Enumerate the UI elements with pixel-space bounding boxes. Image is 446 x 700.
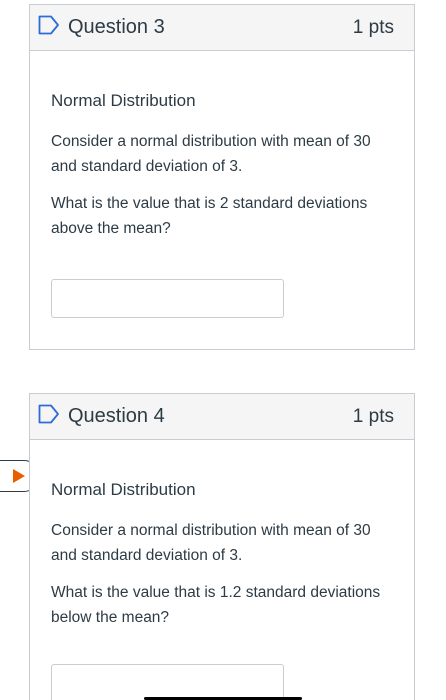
question-title: Question 4 bbox=[68, 405, 353, 428]
question-3-card: Question 3 1 pts Normal Distribution Con… bbox=[29, 4, 415, 350]
question-3-body: Normal Distribution Consider a normal di… bbox=[30, 51, 414, 318]
question-4-card: Question 4 1 pts Normal Distribution Con… bbox=[29, 393, 415, 700]
question-4-header: Question 4 1 pts bbox=[30, 394, 414, 440]
question-heading: Normal Distribution bbox=[51, 480, 394, 500]
play-icon bbox=[13, 469, 25, 483]
answer-input[interactable] bbox=[51, 664, 284, 700]
question-points: 1 pts bbox=[353, 17, 394, 39]
question-title: Question 3 bbox=[68, 16, 353, 39]
flag-question-icon[interactable] bbox=[38, 15, 60, 35]
quiz-page: Question 3 1 pts Normal Distribution Con… bbox=[0, 0, 446, 700]
question-prompt: What is the value that is 2 standard dev… bbox=[51, 191, 394, 241]
question-text: Consider a normal distribution with mean… bbox=[51, 518, 394, 568]
flag-question-icon[interactable] bbox=[38, 404, 60, 424]
question-prompt: What is the value that is 1.2 standard d… bbox=[51, 580, 394, 630]
answer-input[interactable] bbox=[51, 279, 284, 318]
question-text: Consider a normal distribution with mean… bbox=[51, 129, 394, 179]
question-heading: Normal Distribution bbox=[51, 91, 394, 111]
question-3-header: Question 3 1 pts bbox=[30, 5, 414, 51]
question-4-body: Normal Distribution Consider a normal di… bbox=[30, 440, 414, 700]
question-points: 1 pts bbox=[353, 406, 394, 428]
